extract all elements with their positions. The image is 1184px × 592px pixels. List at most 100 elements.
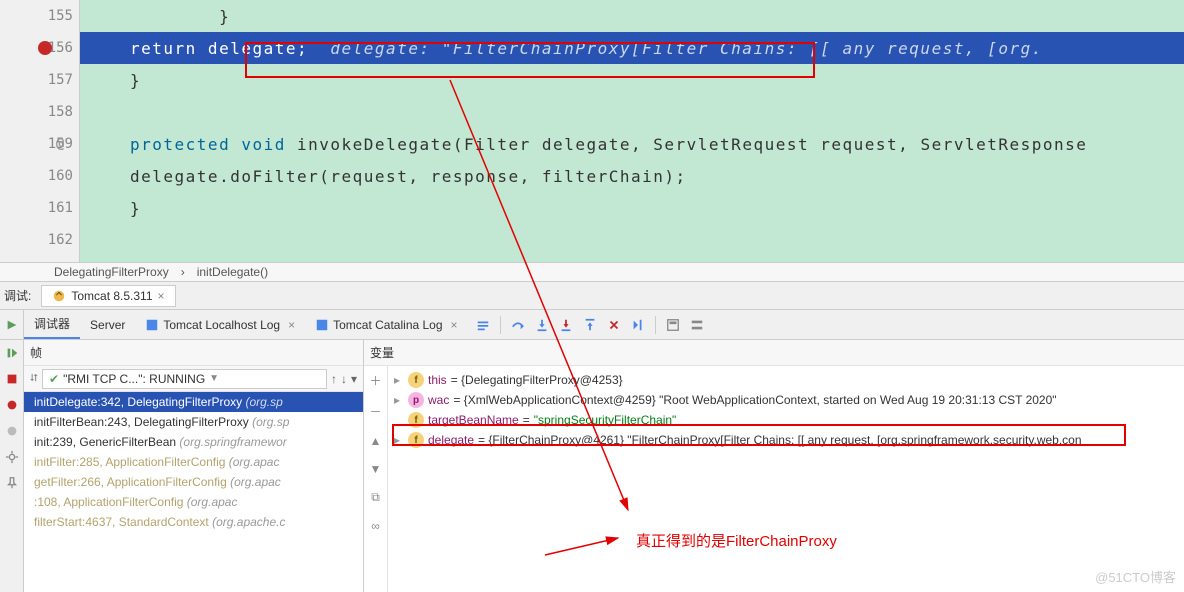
field-icon: f bbox=[408, 432, 424, 448]
var-value: = {XmlWebApplicationContext@4259} "Root … bbox=[453, 393, 1056, 407]
gutter-line: 160 bbox=[0, 160, 79, 192]
close-icon[interactable]: × bbox=[288, 318, 295, 332]
resume-icon[interactable] bbox=[5, 346, 19, 360]
stack-frame[interactable]: init:239, GenericFilterBean (org.springf… bbox=[24, 432, 363, 452]
stack-frame[interactable]: getFilter:266, ApplicationFilterConfig (… bbox=[24, 472, 363, 492]
gutter-line: 162 bbox=[0, 224, 79, 256]
duplicate-watch-icon[interactable]: ⧉ bbox=[371, 490, 380, 505]
step-into-icon[interactable] bbox=[535, 318, 549, 332]
breakpoint-icon[interactable] bbox=[38, 41, 52, 55]
tab-catalina-log[interactable]: Tomcat Catalina Log× bbox=[305, 310, 467, 339]
code-area[interactable]: } return delegate; delegate: "FilterChai… bbox=[80, 0, 1184, 262]
var-value: = {FilterChainProxy@4261} "FilterChainPr… bbox=[478, 433, 1081, 447]
drop-frame-icon[interactable] bbox=[607, 318, 621, 332]
watermark: @51CTO博客 bbox=[1095, 567, 1176, 586]
force-step-into-icon[interactable] bbox=[559, 318, 573, 332]
pin-icon[interactable] bbox=[5, 476, 19, 490]
code-line: } bbox=[80, 192, 1184, 224]
close-icon[interactable]: × bbox=[451, 318, 458, 332]
variables-tree[interactable]: ▸f this = {DelegatingFilterProxy@4253} ▸… bbox=[388, 366, 1184, 592]
code-line: } bbox=[80, 0, 1184, 32]
code-line bbox=[80, 96, 1184, 128]
remove-watch-icon[interactable]: － bbox=[369, 403, 381, 420]
tab-server[interactable]: Server bbox=[80, 310, 135, 339]
mute-breakpoints-icon[interactable] bbox=[5, 424, 19, 438]
next-stack-icon[interactable]: ↓ bbox=[341, 372, 347, 386]
close-icon[interactable]: × bbox=[158, 289, 165, 303]
move-down-icon[interactable]: ▼ bbox=[370, 462, 382, 476]
run-config-tab[interactable]: Tomcat 8.5.311 × bbox=[41, 285, 175, 307]
gutter-line: 156 bbox=[0, 32, 79, 64]
debug-side-toolbar bbox=[0, 340, 24, 592]
variable-row[interactable]: ▸f this = {DelegatingFilterProxy@4253} bbox=[388, 370, 1184, 390]
thread-selector-row: ⮃ ✔ "RMI TCP C...": RUNNING ▼ ↑ ↓ ▾ bbox=[24, 366, 363, 392]
step-over-icon[interactable] bbox=[511, 318, 525, 332]
override-icon: @ bbox=[56, 136, 64, 152]
thread-selector[interactable]: ✔ "RMI TCP C...": RUNNING ▼ bbox=[42, 369, 327, 389]
line-number: 162 bbox=[48, 232, 73, 248]
code-text: delegate; bbox=[197, 39, 331, 58]
step-out-icon[interactable] bbox=[583, 318, 597, 332]
stack-frame[interactable]: initDelegate:342, DelegatingFilterProxy … bbox=[24, 392, 363, 412]
gutter-line: 155 bbox=[0, 0, 79, 32]
expand-icon[interactable] bbox=[394, 413, 404, 427]
prev-stack-icon[interactable]: ↑ bbox=[331, 372, 337, 386]
inline-hint: delegate: "FilterChainProxy[Filter Chain… bbox=[330, 39, 1043, 58]
show-execution-point-icon[interactable] bbox=[476, 318, 490, 332]
stack-frame[interactable]: filterStart:4637, StandardContext (org.a… bbox=[24, 512, 363, 532]
expand-icon[interactable]: ▸ bbox=[394, 373, 404, 387]
tab-debugger[interactable]: 调试器 bbox=[24, 310, 80, 339]
debug-step-tools bbox=[476, 316, 704, 334]
separator bbox=[500, 316, 501, 334]
stack-frame[interactable]: initFilter:285, ApplicationFilterConfig … bbox=[24, 452, 363, 472]
rerun-icon[interactable] bbox=[5, 318, 19, 332]
stack-frame[interactable]: :108, ApplicationFilterConfig (org.apac bbox=[24, 492, 363, 512]
annotation-text: 真正得到的是FilterChainProxy bbox=[636, 530, 837, 551]
variable-row[interactable]: f targetBeanName = "springSecurityFilter… bbox=[388, 410, 1184, 430]
run-tool-window-tabs: 调试: Tomcat 8.5.311 × bbox=[0, 282, 1184, 310]
gutter-line: 161 bbox=[0, 192, 79, 224]
view-breakpoints-icon[interactable] bbox=[5, 398, 19, 412]
debugger-tabs: 调试器 Server Tomcat Localhost Log× Tomcat … bbox=[24, 310, 468, 339]
var-eq: = bbox=[523, 413, 530, 427]
show-watches-icon[interactable]: ∞ bbox=[371, 519, 380, 533]
stop-icon[interactable] bbox=[5, 372, 19, 386]
line-number: 160 bbox=[48, 168, 73, 184]
settings-icon[interactable] bbox=[5, 450, 19, 464]
variable-row[interactable]: ▸p wac = {XmlWebApplicationContext@4259}… bbox=[388, 390, 1184, 410]
new-watch-icon[interactable]: ＋ bbox=[369, 372, 381, 389]
var-name: wac bbox=[428, 393, 449, 407]
code-editor[interactable]: 155 156 157 158 @159 160 161 162 } retur… bbox=[0, 0, 1184, 262]
tab-localhost-log[interactable]: Tomcat Localhost Log× bbox=[135, 310, 305, 339]
code-text: } bbox=[130, 71, 141, 90]
line-number: 155 bbox=[48, 8, 73, 24]
tab-label: 调试器 bbox=[34, 315, 70, 332]
line-number: 158 bbox=[48, 104, 73, 120]
breadcrumb-method[interactable]: initDelegate() bbox=[197, 265, 268, 279]
move-up-icon[interactable]: ▲ bbox=[370, 434, 382, 448]
expand-icon[interactable]: ▸ bbox=[394, 393, 404, 407]
debugger-split: 帧 ⮃ ✔ "RMI TCP C...": RUNNING ▼ ↑ ↓ ▾ in… bbox=[0, 340, 1184, 592]
gutter-line: 158 bbox=[0, 96, 79, 128]
expand-icon[interactable]: ▸ bbox=[394, 433, 404, 447]
toolwindow-side-icons bbox=[0, 310, 24, 339]
prev-frame-icon[interactable]: ⮃ bbox=[30, 373, 38, 384]
run-to-cursor-icon[interactable] bbox=[631, 318, 645, 332]
keyword: protected bbox=[130, 135, 241, 154]
trace-current-stream-chain-icon[interactable] bbox=[690, 318, 704, 332]
variables-body: ＋ － ▲ ▼ ⧉ ∞ ▸f this = {DelegatingFilterP… bbox=[364, 366, 1184, 592]
code-line-current: return delegate; delegate: "FilterChainP… bbox=[80, 32, 1184, 64]
stack-frame[interactable]: initFilterBean:243, DelegatingFilterProx… bbox=[24, 412, 363, 432]
code-line: delegate.doFilter(request, response, fil… bbox=[80, 160, 1184, 192]
filter-icon[interactable]: ▾ bbox=[351, 372, 357, 386]
variable-row[interactable]: ▸f delegate = {FilterChainProxy@4261} "F… bbox=[388, 430, 1184, 450]
evaluate-expression-icon[interactable] bbox=[666, 318, 680, 332]
breadcrumb-class[interactable]: DelegatingFilterProxy bbox=[54, 265, 169, 279]
variables-header: 变量 bbox=[364, 340, 1184, 366]
frames-title: 帧 bbox=[30, 344, 42, 361]
frames-list[interactable]: initDelegate:342, DelegatingFilterProxy … bbox=[24, 392, 363, 592]
tab-label: Server bbox=[90, 318, 125, 332]
breadcrumb[interactable]: DelegatingFilterProxy › initDelegate() bbox=[0, 262, 1184, 282]
log-icon bbox=[315, 318, 329, 332]
var-name: this bbox=[428, 373, 447, 387]
